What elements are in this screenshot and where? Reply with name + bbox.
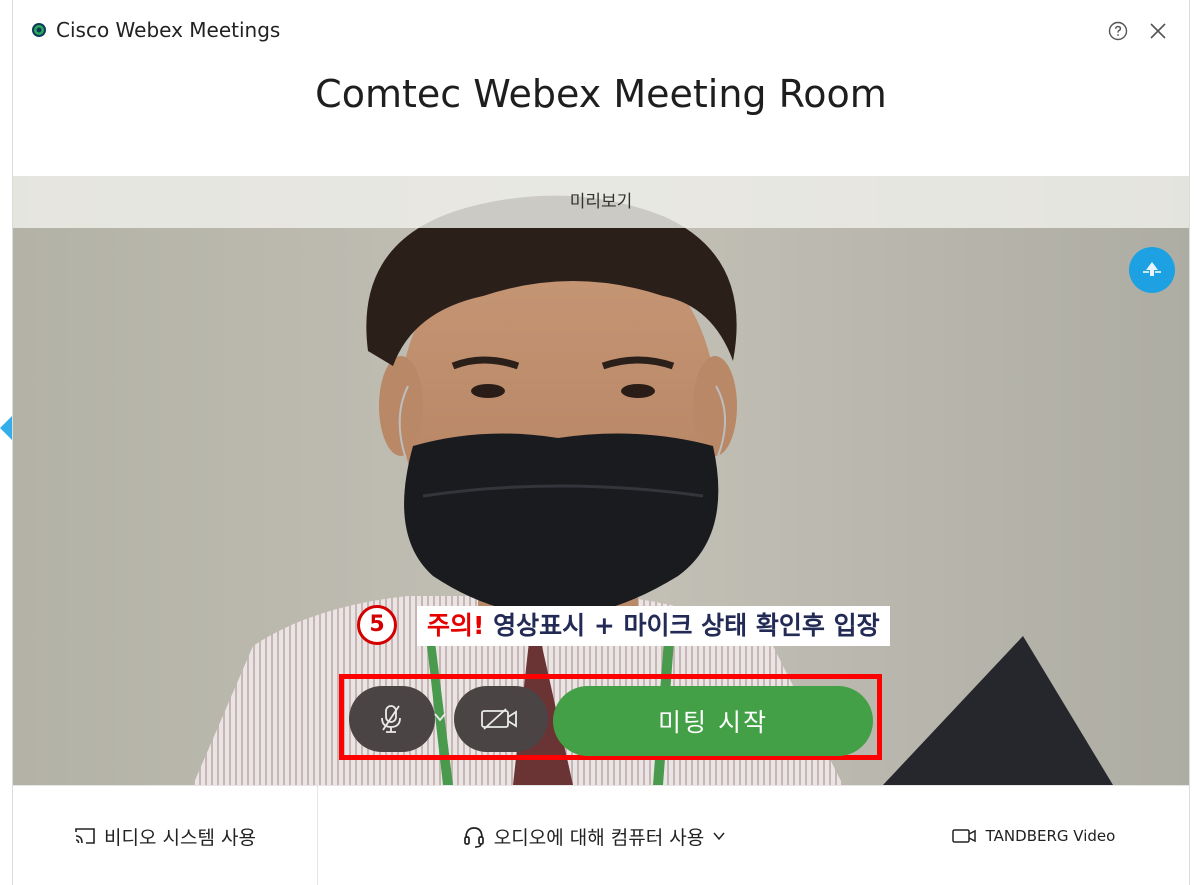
- title-bar: Cisco Webex Meetings: [13, 0, 1189, 60]
- pip-icon: [1143, 262, 1161, 276]
- pip-button[interactable]: [1129, 247, 1175, 293]
- meeting-title: Comtec Webex Meeting Room: [315, 72, 887, 116]
- video-system-option[interactable]: 비디오 시스템 사용: [13, 786, 318, 885]
- close-icon[interactable]: [1147, 20, 1169, 42]
- step-number-badge: 5: [357, 605, 397, 645]
- bottom-options-bar: 비디오 시스템 사용 오디오에 대해 컴퓨터 사용 TANDBERG Video: [13, 785, 1189, 885]
- chevron-down-icon: [713, 832, 725, 841]
- start-meeting-button[interactable]: 미팅 시작: [553, 686, 873, 756]
- video-preview: 미리보기 5 주의! 영상표시 + 마이크 상태 확인후 입장 미팅 시작: [13, 176, 1189, 785]
- audio-label: 오디오에 대해 컴퓨터 사용: [493, 826, 705, 849]
- mic-muted-icon: [381, 705, 401, 733]
- mute-button[interactable]: [349, 686, 435, 752]
- app-title: Cisco Webex Meetings: [56, 18, 281, 42]
- notice-text: 영상표시 + 마이크 상태 확인후 입장: [484, 611, 880, 640]
- camera-option[interactable]: TANDBERG Video: [878, 786, 1189, 885]
- webex-logo-icon: [32, 23, 46, 37]
- audio-option[interactable]: 오디오에 대해 컴퓨터 사용: [318, 786, 878, 885]
- headset-icon: [463, 827, 484, 848]
- cast-icon: [75, 828, 95, 844]
- video-camera-icon: [951, 829, 976, 843]
- chevron-down-icon[interactable]: [433, 710, 447, 724]
- webex-window: Cisco Webex Meetings Comtec Webex Meetin…: [12, 0, 1190, 885]
- notice-warning: 주의!: [427, 611, 485, 640]
- preview-label: 미리보기: [13, 176, 1189, 228]
- camera-label: TANDBERG Video: [985, 827, 1116, 845]
- video-off-icon: [481, 708, 517, 730]
- notice-box: 주의! 영상표시 + 마이크 상태 확인후 입장: [417, 606, 890, 646]
- stop-video-button[interactable]: [454, 686, 548, 752]
- help-icon[interactable]: [1107, 20, 1129, 42]
- video-system-label: 비디오 시스템 사용: [104, 826, 256, 849]
